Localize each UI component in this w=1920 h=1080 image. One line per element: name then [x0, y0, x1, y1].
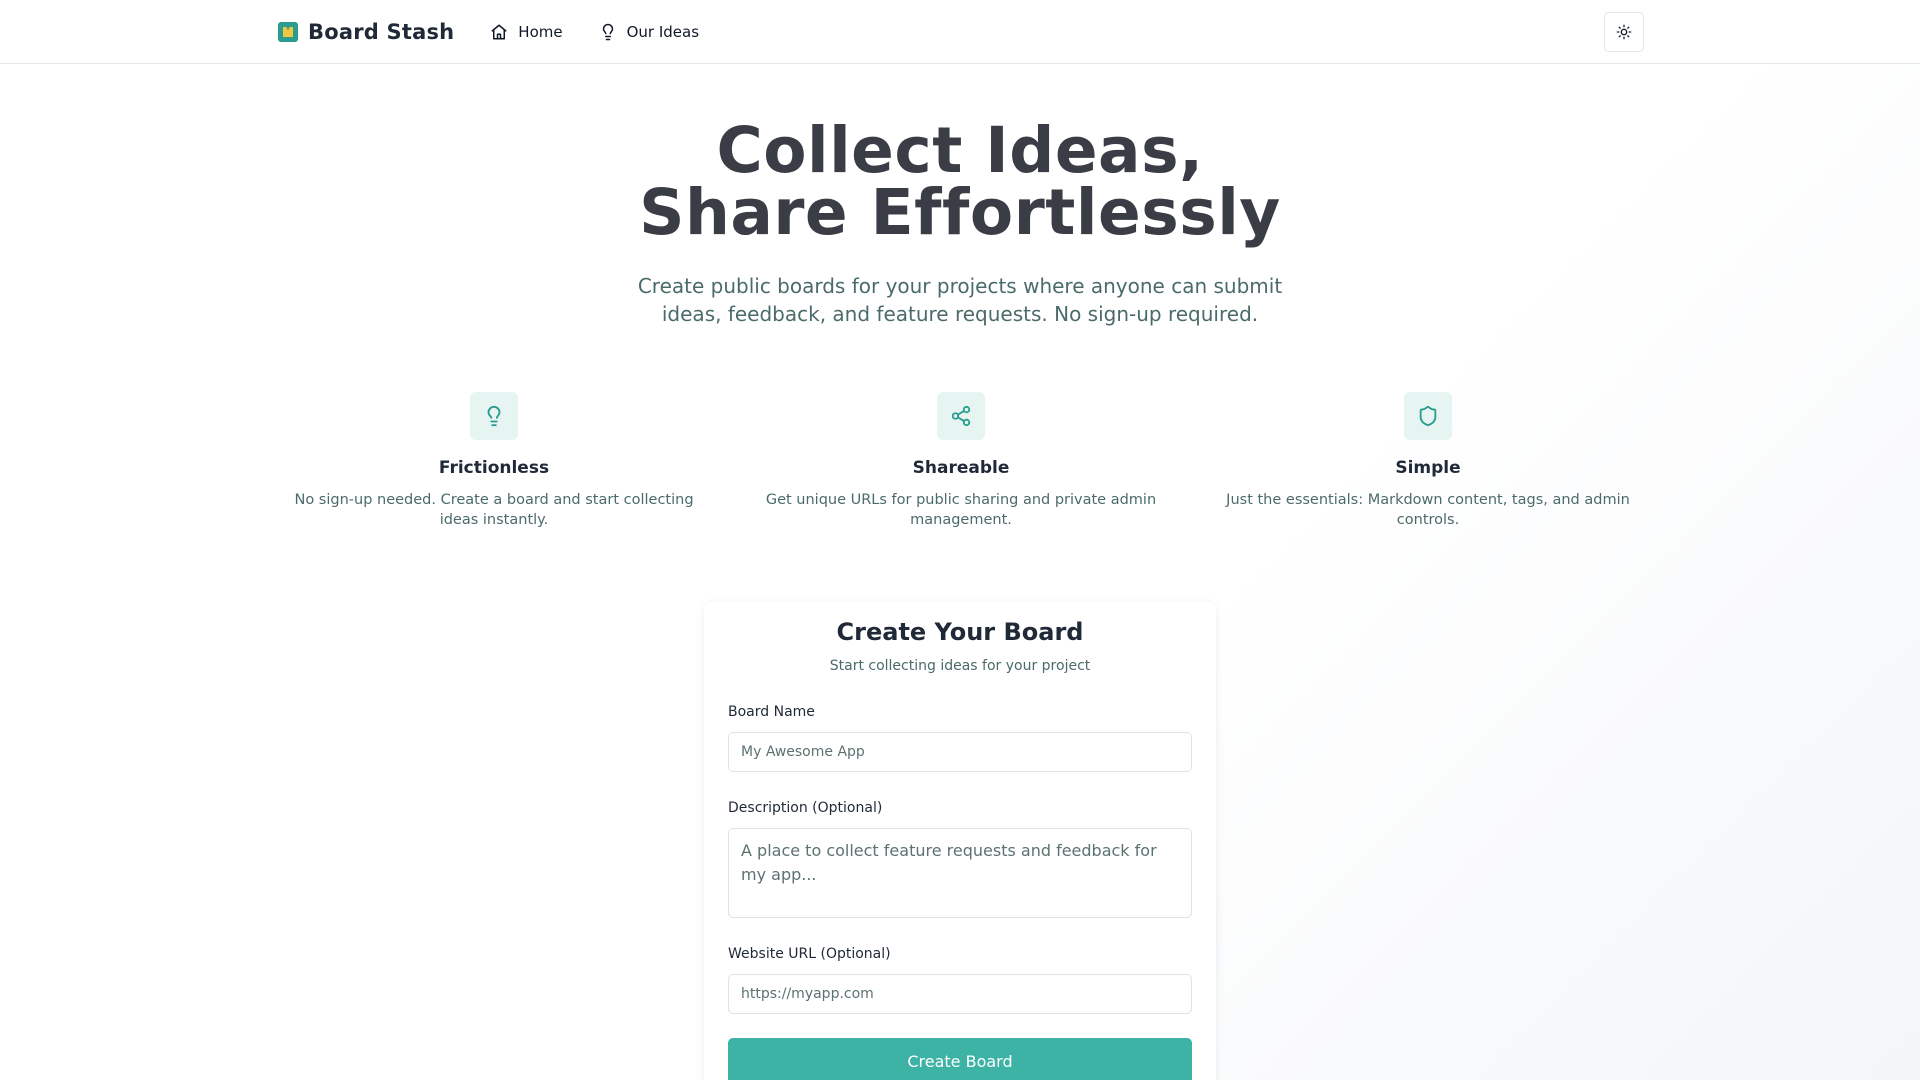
website-url-label: Website URL (Optional)	[728, 946, 891, 962]
nav-link-our-ideas[interactable]: Our Ideas	[599, 23, 699, 41]
nav-link-home[interactable]: Home	[490, 23, 563, 41]
lightbulb-icon	[602, 23, 613, 41]
sun-icon	[1616, 24, 1632, 40]
feature-description: Get unique URLs for public sharing and p…	[765, 492, 1157, 528]
hero-subtitle: Create public boards for your projects w…	[637, 274, 1283, 326]
theme-toggle-button[interactable]	[1604, 12, 1644, 52]
feature-title: Shareable	[912, 458, 1010, 478]
feature-card-shareable: Shareable Get unique URLs for public sha…	[745, 392, 1177, 530]
top-navbar: Board Stash Home Our Ideas	[0, 0, 1920, 64]
navbar-inner: Board Stash Home Our Ideas	[278, 0, 1644, 64]
hero-title-line2: Share Effortlessly	[639, 176, 1281, 249]
feature-icon-box	[937, 392, 985, 440]
lightbulb-icon	[487, 406, 501, 427]
features-section: Frictionless No sign-up needed. Create a…	[278, 392, 1644, 530]
board-logo-icon	[278, 22, 298, 42]
feature-icon-box	[1404, 392, 1452, 440]
description-textarea[interactable]	[728, 828, 1192, 918]
brand-name: Board Stash	[308, 20, 455, 44]
feature-title: Frictionless	[438, 458, 550, 478]
feature-description: No sign-up needed. Create a board and st…	[294, 492, 694, 528]
feature-title: Simple	[1395, 458, 1461, 478]
feature-icon-box	[470, 392, 518, 440]
create-board-card: Create Your Board Start collecting ideas…	[704, 602, 1216, 1080]
share-icon	[951, 405, 971, 427]
nav-link-label: Our Ideas	[626, 23, 700, 41]
board-name-input[interactable]	[728, 732, 1192, 772]
create-board-title: Create Your Board	[836, 618, 1084, 646]
website-url-input[interactable]	[728, 974, 1192, 1014]
brand-link[interactable]: Board Stash	[278, 20, 454, 44]
feature-description: Just the essentials: Markdown content, t…	[1226, 492, 1630, 528]
shield-icon	[1419, 405, 1437, 427]
board-name-label: Board Name	[728, 704, 815, 720]
feature-card-simple: Simple Just the essentials: Markdown con…	[1212, 392, 1644, 530]
create-board-button[interactable]: Create Board	[728, 1038, 1192, 1080]
hero-section: Collect Ideas, Share Effortlessly Create…	[0, 119, 1920, 328]
feature-card-frictionless: Frictionless No sign-up needed. Create a…	[278, 392, 710, 530]
description-label: Description (Optional)	[728, 800, 883, 816]
hero-title: Collect Ideas, Share Effortlessly	[0, 119, 1920, 244]
create-board-subtitle: Start collecting ideas for your project	[829, 658, 1091, 674]
home-icon	[491, 24, 507, 40]
nav-link-label: Home	[518, 23, 563, 41]
